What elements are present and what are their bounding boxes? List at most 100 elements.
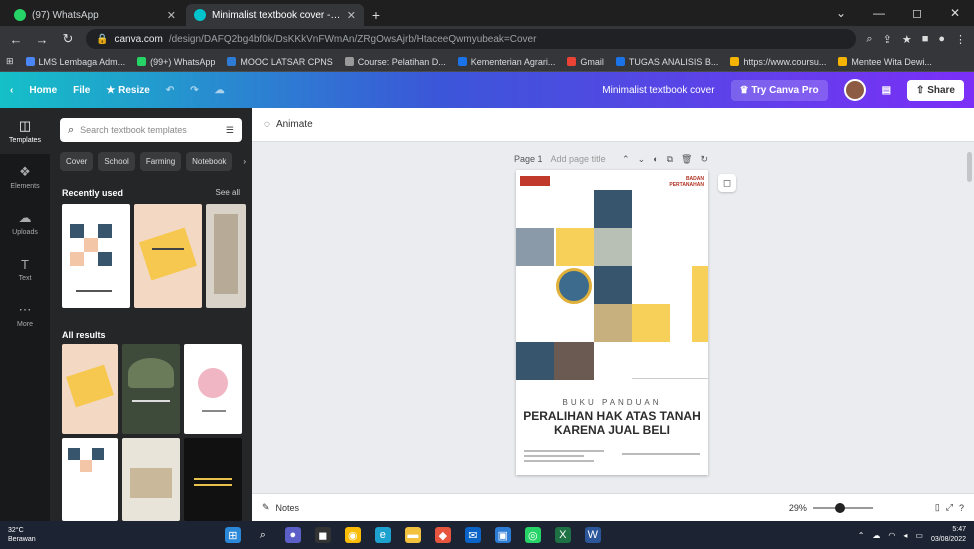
mail-icon[interactable]: ✉ <box>464 527 481 543</box>
rail-item-elements[interactable]: ❖ Elements <box>0 154 50 200</box>
resize-button[interactable]: ★ Resize <box>106 85 149 96</box>
template-thumbnail[interactable] <box>62 344 118 434</box>
zoom-slider-knob[interactable] <box>834 502 845 513</box>
extensions-icon[interactable]: ■ <box>922 33 929 46</box>
file-button[interactable]: File <box>73 85 90 96</box>
notes-button[interactable]: Notes <box>276 503 300 513</box>
rail-item-templates[interactable]: ◫ Templates <box>0 108 50 154</box>
share-button[interactable]: ⇧ Share <box>907 79 964 101</box>
start-icon[interactable]: ⊞ <box>224 527 241 543</box>
template-thumbnail[interactable] <box>62 204 130 308</box>
chat-icon[interactable]: ● <box>284 527 301 543</box>
template-thumbnail[interactable] <box>122 438 180 521</box>
page-count-icon[interactable]: ▯ <box>935 502 940 513</box>
template-thumbnail[interactable] <box>122 344 180 434</box>
rail-item-more[interactable]: ⋯ More <box>0 292 50 338</box>
edge-icon[interactable]: e <box>374 527 391 543</box>
filter-icon[interactable]: ☰ <box>226 125 234 136</box>
template-thumbnail[interactable] <box>62 438 118 521</box>
home-button[interactable]: Home <box>29 85 57 96</box>
rail-item-text[interactable]: T Text <box>0 246 50 292</box>
close-icon[interactable]: ✕ <box>347 9 356 22</box>
template-thumbnail[interactable] <box>206 204 246 308</box>
tray-chevron-icon[interactable]: ⌃ <box>858 531 865 540</box>
close-icon[interactable]: ✕ <box>167 9 176 22</box>
bookmark-kementerian[interactable]: Kementerian Agrari... <box>457 57 555 67</box>
profile-icon[interactable]: ● <box>938 33 945 46</box>
apps-icon[interactable]: ⊞ <box>6 56 14 67</box>
clock[interactable]: 5:47 03/08/2022 <box>931 525 966 545</box>
forward-icon[interactable]: → <box>34 32 50 47</box>
bookmark-lms[interactable]: LMS Lembaga Adm... <box>25 57 125 67</box>
try-canva-pro-button[interactable]: ♛ Try Canva Pro <box>730 79 828 101</box>
search-input[interactable]: ⌕ Search textbook templates ☰ <box>60 118 242 142</box>
duplicate-page-icon[interactable]: ⧉ <box>667 154 673 165</box>
chip-cover[interactable]: Cover <box>60 152 94 171</box>
url-field[interactable]: 🔒 canva.com /design/DAFQ2bg4bf0k/DsKKkVn… <box>86 29 857 49</box>
window-close-icon[interactable]: ✕ <box>936 0 974 26</box>
template-thumbnail[interactable] <box>184 344 242 434</box>
fullscreen-icon[interactable]: ⤢ <box>946 502 953 513</box>
bookmark-course[interactable]: Course: Pelatihan D... <box>344 57 446 67</box>
chip-farming[interactable]: Farming <box>139 152 182 171</box>
hide-page-icon[interactable]: ◐ <box>653 154 658 164</box>
animate-button[interactable]: Animate <box>276 119 313 130</box>
move-up-icon[interactable]: ⌃ <box>622 154 630 165</box>
add-comment-icon[interactable]: ◻ <box>718 174 736 192</box>
chrome-icon[interactable]: ◉ <box>344 527 361 543</box>
back-arrow-icon[interactable]: ‹ <box>10 85 13 96</box>
redo-icon[interactable]: ↷ <box>190 85 198 96</box>
see-all-link[interactable]: See all <box>216 188 240 197</box>
word-icon[interactable]: W <box>584 527 601 543</box>
avatar[interactable] <box>843 79 866 101</box>
bookmark-gmail[interactable]: Gmail <box>567 57 604 67</box>
excel-icon[interactable]: X <box>554 527 571 543</box>
analytics-icon[interactable]: ▤ <box>882 85 891 96</box>
volume-icon[interactable]: ◂ <box>903 531 907 540</box>
weather-widget[interactable]: 32°C Berawan <box>8 526 88 544</box>
search-icon[interactable]: ⌕ <box>255 527 271 543</box>
whatsapp-icon[interactable]: ◎ <box>524 527 541 543</box>
maximize-icon[interactable]: ◻ <box>898 0 936 26</box>
bookmark-mentee[interactable]: Mentee Wita Dewi... <box>838 57 932 67</box>
chevron-right-icon[interactable]: › <box>237 152 252 171</box>
chip-notebook[interactable]: Notebook <box>186 152 233 171</box>
bookmark-coursu[interactable]: https://www.coursu... <box>730 57 826 67</box>
move-down-icon[interactable]: ⌄ <box>638 154 646 165</box>
help-icon[interactable]: ? <box>959 503 964 513</box>
chip-school[interactable]: School <box>98 152 135 171</box>
zoom-icon[interactable]: ⌕ <box>866 33 872 46</box>
cloud-icon[interactable]: ☁ <box>872 531 880 540</box>
reload-icon[interactable]: ↻ <box>60 31 76 47</box>
photos-icon[interactable]: ▣ <box>494 527 511 543</box>
app-icon[interactable]: ◆ <box>434 527 451 543</box>
template-thumbnail[interactable] <box>184 438 242 521</box>
battery-icon[interactable]: ▭ <box>915 531 923 540</box>
star-icon[interactable]: ★ <box>902 33 912 46</box>
design-page[interactable]: BADAN PERTANAHAN BUKU PANDUAN PERALIHAN … <box>516 170 708 475</box>
design-title[interactable]: Minimalist textbook cover <box>602 85 714 96</box>
zoom-slider[interactable] <box>812 502 873 513</box>
tab-search-icon[interactable]: ⌄ <box>822 0 860 26</box>
vertical-scrollbar[interactable] <box>967 152 972 182</box>
bookmark-mooc[interactable]: MOOC LATSAR CPNS <box>227 57 333 67</box>
explorer-icon[interactable]: ▬ <box>404 527 421 543</box>
add-page-icon[interactable]: ↻ <box>700 154 708 165</box>
minimize-icon[interactable]: — <box>860 0 898 26</box>
tab-whatsapp[interactable]: (97) WhatsApp ✕ <box>6 4 184 26</box>
template-thumbnail[interactable] <box>134 204 202 308</box>
undo-icon[interactable]: ↶ <box>166 85 174 96</box>
rail-item-uploads[interactable]: ☁ Uploads <box>0 200 50 246</box>
bookmark-tugas[interactable]: TUGAS ANALISIS B... <box>615 57 718 67</box>
tab-canva[interactable]: Minimalist textbook cover - eBo ✕ <box>186 4 364 26</box>
share-page-icon[interactable]: ⇪ <box>883 33 892 46</box>
page-title-input[interactable]: Add page title <box>551 154 606 164</box>
store-icon[interactable]: ◼ <box>314 527 331 543</box>
menu-icon[interactable]: ⋮ <box>955 33 966 46</box>
bookmark-whatsapp[interactable]: (99+) WhatsApp <box>137 57 215 67</box>
bookmark-icon <box>227 57 237 66</box>
new-tab-button[interactable]: + <box>366 4 386 26</box>
back-icon[interactable]: ← <box>8 32 24 47</box>
wifi-icon[interactable]: ◠ <box>888 531 895 540</box>
delete-page-icon[interactable]: 🗑 <box>681 154 692 165</box>
